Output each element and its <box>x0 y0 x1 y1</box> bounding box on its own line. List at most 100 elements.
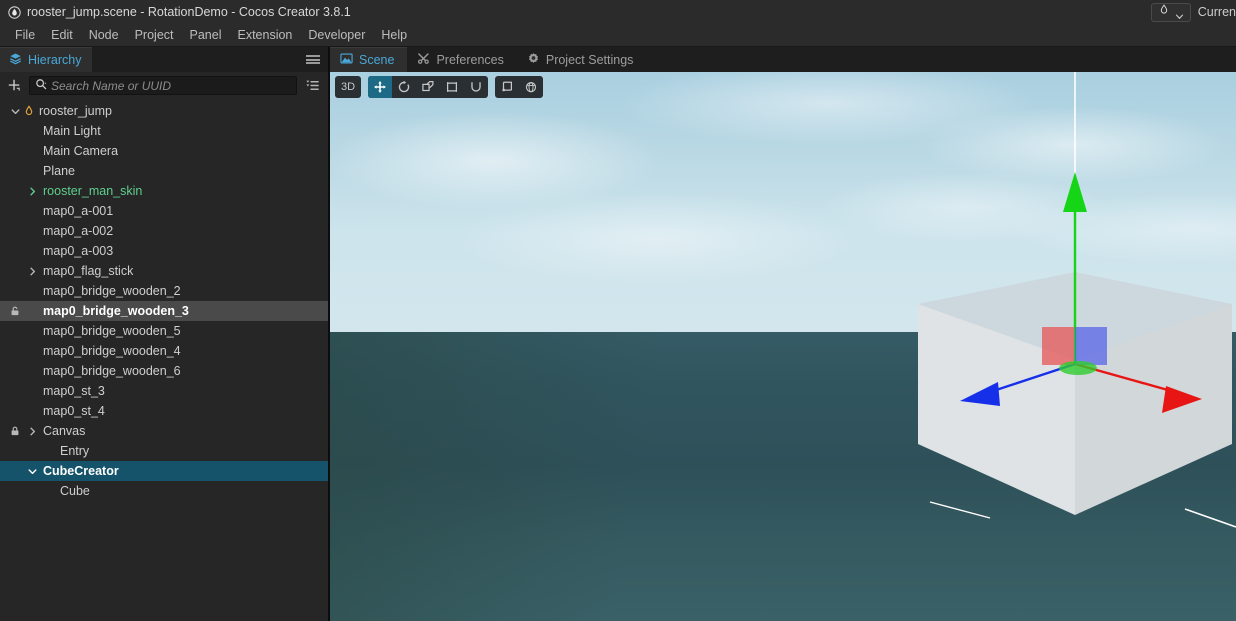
menu-project[interactable]: Project <box>127 24 182 47</box>
droplet-icon <box>1158 3 1170 21</box>
tab-hierarchy[interactable]: Hierarchy <box>0 47 92 72</box>
expander-placeholder <box>25 224 39 238</box>
search-input[interactable] <box>51 78 291 93</box>
preview-device-selector[interactable] <box>1150 2 1191 22</box>
hierarchy-node-main-camera[interactable]: Main Camera <box>0 141 328 161</box>
hierarchy-node-map0-bridge-wooden-2[interactable]: map0_bridge_wooden_2 <box>0 281 328 301</box>
hierarchy-node-map0-a-002[interactable]: map0_a-002 <box>0 221 328 241</box>
chevron-down-icon <box>1175 8 1184 19</box>
expander-placeholder <box>25 144 39 158</box>
menu-panel[interactable]: Panel <box>182 24 230 47</box>
toggle-3d-button[interactable]: 3D <box>335 76 361 98</box>
lock-closed-icon[interactable] <box>8 424 22 438</box>
expander-placeholder <box>42 444 56 458</box>
chevron-right-icon[interactable] <box>25 184 39 198</box>
hierarchy-panel: Hierarchy Search Name or UUID rooster_ju… <box>0 47 330 621</box>
expander-placeholder <box>25 364 39 378</box>
hierarchy-node-map0-bridge-wooden-6[interactable]: map0_bridge_wooden_6 <box>0 361 328 381</box>
hierarchy-node-label: map0_a-001 <box>43 204 114 218</box>
hierarchy-node-cubecreator[interactable]: CubeCreator <box>0 461 328 481</box>
tab-project-settings[interactable]: Project Settings <box>517 47 647 72</box>
hierarchy-node-map0-bridge-wooden-3[interactable]: map0_bridge_wooden_3 <box>0 301 328 321</box>
menu-node[interactable]: Node <box>81 24 127 47</box>
hierarchy-node-map0-a-001[interactable]: map0_a-001 <box>0 201 328 221</box>
rect-transform-icon <box>447 82 457 92</box>
expander-placeholder <box>25 204 39 218</box>
hierarchy-node-plane[interactable]: Plane <box>0 161 328 181</box>
hierarchy-node-label: map0_bridge_wooden_3 <box>43 304 189 318</box>
tree-filter-button[interactable] <box>302 76 322 96</box>
scene-panel: Scene Preferences Project Settings 3D <box>330 47 1236 621</box>
search-input-wrapper[interactable] <box>29 76 297 95</box>
chevron-down-icon[interactable] <box>8 104 22 118</box>
hierarchy-node-rooster-man-skin[interactable]: rooster_man_skin <box>0 181 328 201</box>
transform-tool-group <box>368 76 488 98</box>
rotate-tool-button[interactable] <box>392 76 416 98</box>
expander-placeholder <box>25 344 39 358</box>
add-node-button[interactable] <box>4 76 24 96</box>
expander-placeholder <box>25 244 39 258</box>
menu-developer[interactable]: Developer <box>300 24 373 47</box>
coordinate-toggle-button[interactable] <box>519 76 543 98</box>
main-body: Hierarchy Search Name or UUID rooster_ju… <box>0 47 1236 621</box>
expander-placeholder <box>25 404 39 418</box>
hierarchy-node-entry[interactable]: Entry <box>0 441 328 461</box>
rect-transform-tool-button[interactable] <box>440 76 464 98</box>
hierarchy-search-row <box>0 72 328 99</box>
expander-placeholder <box>42 484 56 498</box>
gear-icon <box>527 52 540 68</box>
magnet-icon <box>471 82 481 92</box>
expander-placeholder <box>25 324 39 338</box>
pivot-toggle-button[interactable] <box>495 76 519 98</box>
pivot-icon <box>502 81 512 92</box>
hierarchy-node-label: map0_bridge_wooden_4 <box>43 344 181 358</box>
hierarchy-node-label: map0_bridge_wooden_2 <box>43 284 181 298</box>
chevron-down-icon[interactable] <box>25 464 39 478</box>
menu-edit[interactable]: Edit <box>43 24 81 47</box>
hierarchy-node-cube[interactable]: Cube <box>0 481 328 501</box>
hierarchy-node-map0-bridge-wooden-4[interactable]: map0_bridge_wooden_4 <box>0 341 328 361</box>
hierarchy-node-label: map0_bridge_wooden_6 <box>43 364 181 378</box>
hierarchy-node-main-light[interactable]: Main Light <box>0 121 328 141</box>
menu-help[interactable]: Help <box>373 24 415 47</box>
tab-scene[interactable]: Scene <box>330 47 408 72</box>
hierarchy-node-label: rooster_man_skin <box>43 184 143 198</box>
scene-icon <box>340 52 353 68</box>
hierarchy-node-map0-a-003[interactable]: map0_a-003 <box>0 241 328 261</box>
hierarchy-node-map0-st-3[interactable]: map0_st_3 <box>0 381 328 401</box>
hierarchy-node-label: rooster_jump <box>39 104 112 118</box>
hierarchy-node-label: Cube <box>60 484 90 498</box>
hierarchy-node-label: map0_a-002 <box>43 224 114 238</box>
hierarchy-tree[interactable]: rooster_jump Main Light Main Camera Plane ro… <box>0 99 328 621</box>
snap-tool-button[interactable] <box>464 76 488 98</box>
tab-preferences[interactable]: Preferences <box>407 47 516 72</box>
menu-extension[interactable]: Extension <box>229 24 300 47</box>
window-title: rooster_jump.scene - RotationDemo - Coco… <box>27 5 351 19</box>
chevron-right-icon[interactable] <box>25 424 39 438</box>
hierarchy-node-label: CubeCreator <box>43 464 119 478</box>
cocos-droplet-icon <box>8 5 21 19</box>
rotate-icon <box>398 80 410 93</box>
expander-placeholder <box>25 304 39 318</box>
hierarchy-node-rooster-jump[interactable]: rooster_jump <box>0 101 328 121</box>
hierarchy-node-label: map0_st_4 <box>43 404 105 418</box>
hierarchy-menu-button[interactable] <box>306 47 320 72</box>
expander-placeholder <box>25 124 39 138</box>
hamburger-line <box>306 58 320 61</box>
ground-background <box>330 332 1236 621</box>
hierarchy-node-map0-bridge-wooden-5[interactable]: map0_bridge_wooden_5 <box>0 321 328 341</box>
layers-icon <box>9 52 22 68</box>
scale-tool-button[interactable] <box>416 76 440 98</box>
scene-viewport[interactable]: 3D <box>330 72 1236 621</box>
hierarchy-node-map0-flag-stick[interactable]: map0_flag_stick <box>0 261 328 281</box>
menu-file[interactable]: File <box>7 24 43 47</box>
lock-open-icon[interactable] <box>8 304 22 318</box>
wrench-icon <box>417 52 430 68</box>
chevron-right-icon[interactable] <box>25 264 39 278</box>
hierarchy-node-map0-st-4[interactable]: map0_st_4 <box>0 401 328 421</box>
hierarchy-node-label: Canvas <box>43 424 86 438</box>
globe-icon <box>525 82 537 93</box>
hierarchy-node-canvas[interactable]: Canvas <box>0 421 328 441</box>
move-tool-button[interactable] <box>368 76 392 98</box>
scene-toolbar: 3D <box>335 76 543 98</box>
